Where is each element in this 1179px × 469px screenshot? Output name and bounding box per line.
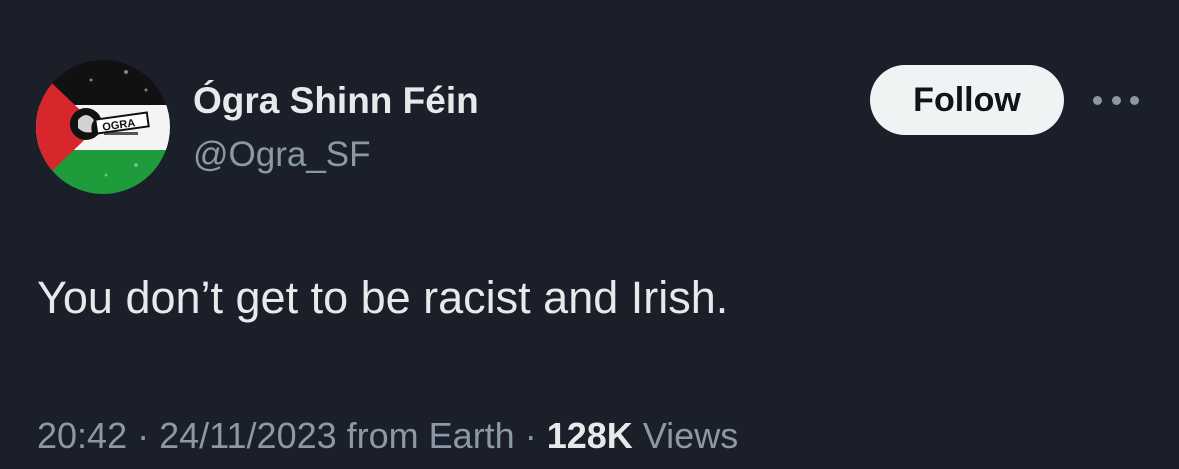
follow-button[interactable]: Follow — [870, 65, 1064, 135]
more-dot — [1111, 95, 1121, 105]
avatar[interactable]: OGRA — [36, 60, 170, 194]
user-handle[interactable]: @Ogra_SF — [193, 135, 371, 175]
more-dot — [1093, 95, 1102, 105]
meta-separator: · — [137, 415, 150, 456]
more-dot — [1130, 95, 1139, 105]
tweet-card: OGRA Ógra Shinn Féin @Ogra_SF Follow You… — [0, 0, 1179, 469]
tweet-metadata: 20:42 · 24/11/2023 from Earth · 128K Vie… — [37, 415, 738, 457]
meta-separator: · — [524, 415, 537, 456]
tweet-time[interactable]: 20:42 — [37, 415, 127, 456]
tweet-date[interactable]: 24/11/2023 — [159, 415, 337, 456]
views-count[interactable]: 128K — [547, 415, 633, 456]
tweet-source: from Earth — [346, 415, 515, 456]
views-label[interactable]: Views — [643, 415, 738, 456]
tweet-text: You don’t get to be racist and Irish. — [37, 272, 729, 323]
display-name[interactable]: Ógra Shinn Féin — [193, 80, 479, 122]
more-horizontal-icon[interactable] — [1093, 88, 1139, 112]
ogra-flag-avatar-icon: OGRA — [36, 60, 170, 194]
